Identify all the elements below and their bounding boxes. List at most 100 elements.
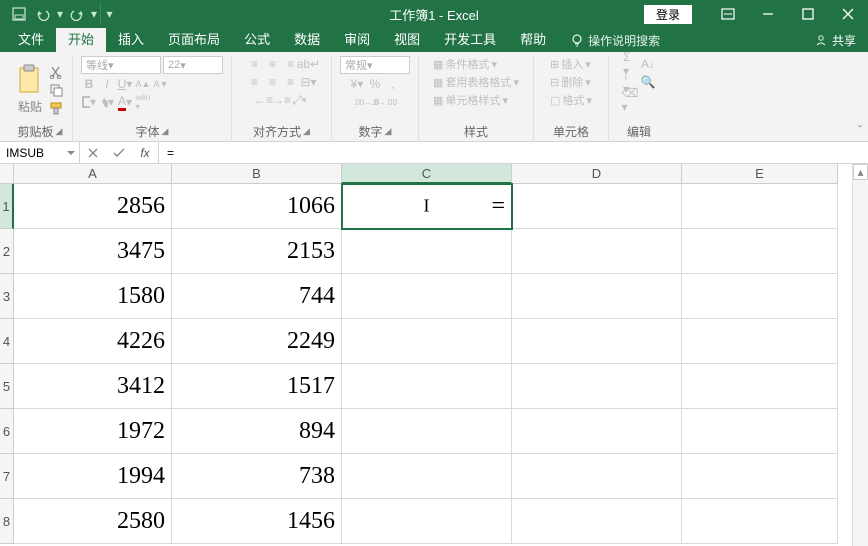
- cell-A8[interactable]: 2580: [14, 499, 172, 544]
- tab-home[interactable]: 开始: [56, 25, 106, 52]
- column-header-D[interactable]: D: [512, 164, 682, 184]
- collapse-ribbon-icon[interactable]: ˇ: [858, 123, 862, 137]
- cell-A1[interactable]: 2856: [14, 184, 172, 229]
- decrease-indent-icon[interactable]: ←≡: [256, 92, 272, 108]
- phonetic-icon[interactable]: wén ▾: [135, 94, 151, 110]
- cell-A4[interactable]: 4226: [14, 319, 172, 364]
- tell-me-search[interactable]: 操作说明搜索: [558, 28, 672, 52]
- cell-D3[interactable]: [512, 274, 682, 319]
- cell-C5[interactable]: [342, 364, 512, 409]
- tab-review[interactable]: 审阅: [332, 25, 382, 52]
- redo-dropdown-icon[interactable]: ▾: [90, 3, 98, 25]
- tab-developer[interactable]: 开发工具: [432, 25, 508, 52]
- tab-view[interactable]: 视图: [382, 25, 432, 52]
- cell-D7[interactable]: [512, 454, 682, 499]
- close-icon[interactable]: [828, 0, 868, 28]
- align-center-icon[interactable]: ≡: [265, 74, 281, 90]
- cell-D1[interactable]: [512, 184, 682, 229]
- scroll-up-icon[interactable]: ▴: [853, 164, 868, 180]
- cell-E7[interactable]: [682, 454, 838, 499]
- name-box[interactable]: IMSUB: [0, 142, 80, 164]
- maximize-icon[interactable]: [788, 0, 828, 28]
- cell-C2[interactable]: [342, 229, 512, 274]
- tab-pagelayout[interactable]: 页面布局: [156, 25, 232, 52]
- align-left-icon[interactable]: ≡: [247, 74, 263, 90]
- cell-C6[interactable]: [342, 409, 512, 454]
- row-header-3[interactable]: 3: [0, 274, 14, 319]
- fill-color-icon[interactable]: ▾: [99, 94, 115, 110]
- percent-icon[interactable]: %: [367, 76, 383, 92]
- cancel-formula-icon[interactable]: [80, 142, 106, 164]
- cell-B8[interactable]: 1456: [172, 499, 342, 544]
- clear-icon[interactable]: ⌫ ▾: [622, 92, 638, 108]
- row-header-6[interactable]: 6: [0, 409, 14, 454]
- cell-A2[interactable]: 3475: [14, 229, 172, 274]
- column-header-C[interactable]: C: [342, 164, 512, 184]
- copy-icon[interactable]: [48, 82, 64, 98]
- tab-insert[interactable]: 插入: [106, 25, 156, 52]
- cell-D4[interactable]: [512, 319, 682, 364]
- cell-B4[interactable]: 2249: [172, 319, 342, 364]
- cell-B3[interactable]: 744: [172, 274, 342, 319]
- login-button[interactable]: 登录: [644, 5, 692, 24]
- orientation-icon[interactable]: ⤢▾: [292, 92, 308, 108]
- column-header-B[interactable]: B: [172, 164, 342, 184]
- decrease-font-icon[interactable]: A▼: [153, 76, 169, 92]
- paste-button[interactable]: 粘贴: [16, 64, 44, 115]
- increase-indent-icon[interactable]: →≡: [274, 92, 290, 108]
- row-header-5[interactable]: 5: [0, 364, 14, 409]
- redo-icon[interactable]: [66, 3, 88, 25]
- format-as-table-button[interactable]: ▦ 套用表格格式 ▾: [433, 74, 519, 90]
- row-header-1[interactable]: 1: [0, 184, 14, 229]
- cell-A7[interactable]: 1994: [14, 454, 172, 499]
- cell-D2[interactable]: [512, 229, 682, 274]
- cell-D5[interactable]: [512, 364, 682, 409]
- cell-C1[interactable]: =I: [342, 184, 512, 229]
- merge-center-icon[interactable]: ⊟▾: [301, 74, 317, 90]
- cell-E8[interactable]: [682, 499, 838, 544]
- tab-help[interactable]: 帮助: [508, 25, 558, 52]
- align-top-icon[interactable]: ≡: [247, 56, 263, 72]
- tab-file[interactable]: 文件: [6, 25, 56, 52]
- save-icon[interactable]: [8, 3, 30, 25]
- cell-B1[interactable]: 1066: [172, 184, 342, 229]
- cell-styles-button[interactable]: ▦ 单元格样式 ▾: [433, 92, 508, 108]
- sort-filter-icon[interactable]: A↓: [640, 56, 656, 72]
- row-header-8[interactable]: 8: [0, 499, 14, 544]
- qat-customize-icon[interactable]: ▾: [100, 3, 114, 25]
- share-button[interactable]: 共享: [802, 28, 868, 52]
- cell-E1[interactable]: [682, 184, 838, 229]
- cell-E5[interactable]: [682, 364, 838, 409]
- increase-font-icon[interactable]: A▲: [135, 76, 151, 92]
- format-painter-icon[interactable]: [48, 100, 64, 116]
- comma-icon[interactable]: ,: [385, 76, 401, 92]
- wrap-text-icon[interactable]: ab↵: [301, 56, 317, 72]
- row-header-4[interactable]: 4: [0, 319, 14, 364]
- conditional-formatting-button[interactable]: ▦ 条件格式 ▾: [433, 56, 497, 72]
- cell-D8[interactable]: [512, 499, 682, 544]
- insert-cells-button[interactable]: ⊞ 插入 ▾: [550, 56, 591, 72]
- minimize-icon[interactable]: [748, 0, 788, 28]
- align-right-icon[interactable]: ≡: [283, 74, 299, 90]
- tab-formulas[interactable]: 公式: [232, 25, 282, 52]
- decrease-decimal-icon[interactable]: .0→.00: [376, 94, 392, 110]
- row-header-2[interactable]: 2: [0, 229, 14, 274]
- number-launcher-icon[interactable]: ◢: [385, 126, 392, 137]
- column-header-A[interactable]: A: [14, 164, 172, 184]
- clipboard-launcher-icon[interactable]: ◢: [56, 126, 63, 137]
- cut-icon[interactable]: [48, 64, 64, 80]
- cell-B7[interactable]: 738: [172, 454, 342, 499]
- cell-B6[interactable]: 894: [172, 409, 342, 454]
- cell-B5[interactable]: 1517: [172, 364, 342, 409]
- formula-input[interactable]: =: [159, 146, 868, 160]
- select-all-corner[interactable]: [0, 164, 14, 184]
- cell-E6[interactable]: [682, 409, 838, 454]
- number-format-combo[interactable]: 常规 ▾: [340, 56, 410, 74]
- border-icon[interactable]: ▾: [81, 94, 97, 110]
- cell-A5[interactable]: 3412: [14, 364, 172, 409]
- cell-C7[interactable]: [342, 454, 512, 499]
- format-cells-button[interactable]: ▢ 格式 ▾: [550, 92, 592, 108]
- ribbon-display-options-icon[interactable]: [708, 0, 748, 28]
- underline-icon[interactable]: U ▾: [117, 76, 133, 92]
- tab-data[interactable]: 数据: [282, 25, 332, 52]
